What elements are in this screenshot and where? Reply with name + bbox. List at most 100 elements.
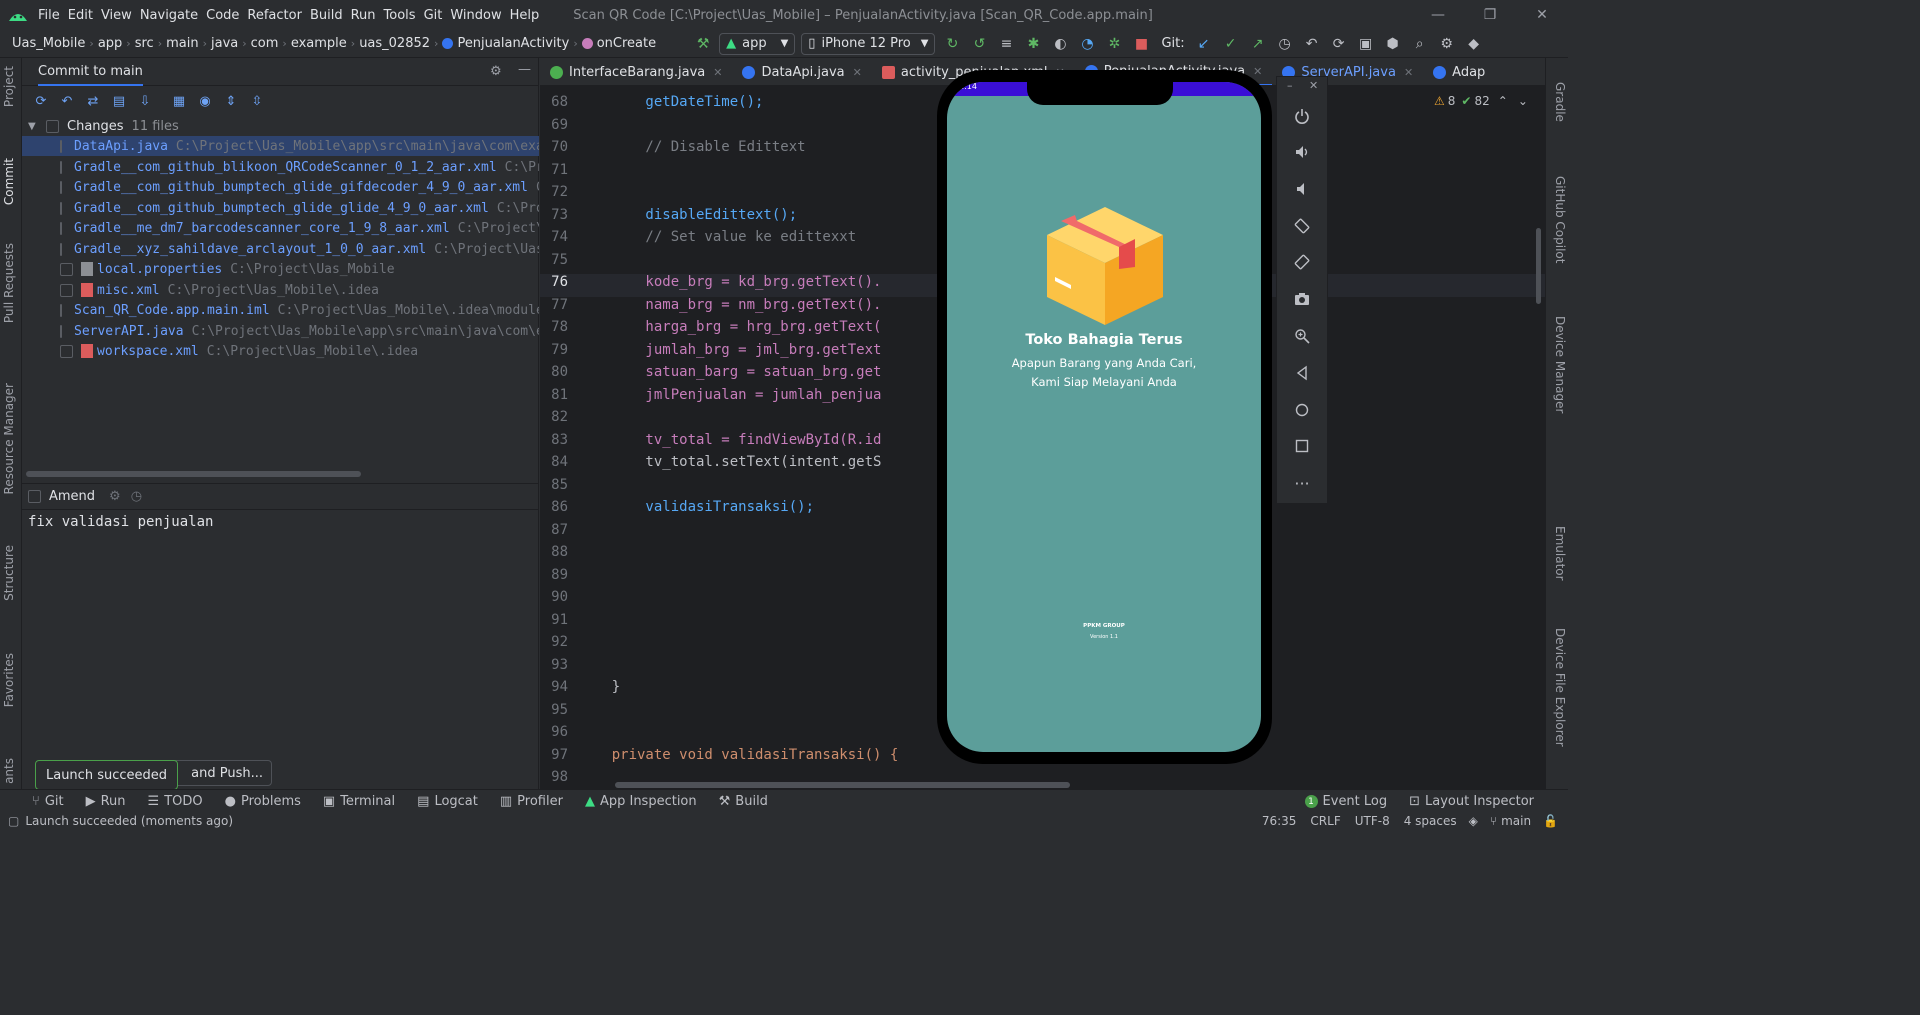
tool-app-inspection[interactable]: ▲ App Inspection bbox=[585, 794, 697, 809]
menu-tools[interactable]: Tools bbox=[384, 8, 416, 23]
tool-favorites[interactable]: Favorites bbox=[2, 653, 20, 707]
tool-logcat[interactable]: ▤ Logcat bbox=[417, 794, 478, 809]
menu-help[interactable]: Help bbox=[510, 8, 540, 23]
list-item[interactable]: local.properties C:\Project\Uas_Mobile bbox=[22, 259, 539, 279]
list-icon[interactable]: ≡ bbox=[995, 33, 1017, 55]
home-icon[interactable] bbox=[1291, 399, 1313, 421]
group-by-icon[interactable]: ⇄ bbox=[80, 94, 106, 109]
tool-build[interactable]: ⚒ Build bbox=[719, 794, 768, 809]
list-item[interactable]: Scan_QR_Code.app.main.iml C:\Project\Uas_… bbox=[22, 300, 539, 320]
indent-setting[interactable]: 4 spaces bbox=[1404, 814, 1457, 828]
tool-todo[interactable]: ☰ TODO bbox=[148, 794, 203, 809]
attach-debugger-icon[interactable]: ✲ bbox=[1103, 33, 1125, 55]
volume-down-icon[interactable] bbox=[1291, 178, 1313, 200]
power-icon[interactable] bbox=[1291, 105, 1313, 127]
copilot-icon[interactable]: ◈ bbox=[1469, 814, 1478, 828]
commit-and-push-button[interactable]: and Push... bbox=[172, 760, 272, 786]
zoom-icon[interactable] bbox=[1291, 325, 1313, 347]
tool-git[interactable]: ⑂ Git bbox=[32, 794, 64, 809]
list-item[interactable]: DataApi.java C:\Project\Uas_Mobile\app\sr… bbox=[22, 136, 539, 156]
commit-panel-title[interactable]: Commit to main bbox=[38, 58, 143, 86]
sync-project-icon[interactable]: ⟳ bbox=[1328, 33, 1350, 55]
menu-code[interactable]: Code bbox=[206, 8, 239, 23]
file-checkbox[interactable] bbox=[60, 303, 62, 317]
close-tab-icon[interactable]: ✕ bbox=[713, 66, 722, 79]
list-item[interactable]: Gradle__me_dm7_barcodescanner_core_1_9_8… bbox=[22, 218, 539, 238]
list-item[interactable]: Gradle__com_github_blikoon_QRCodeScanner… bbox=[22, 157, 539, 177]
tool-github-copilot[interactable]: GitHub Copilot bbox=[1549, 176, 1567, 263]
apply-code-changes-icon[interactable]: ↺ bbox=[968, 33, 990, 55]
commit-message-input[interactable]: fix validasi penjualan bbox=[22, 509, 539, 759]
horizontal-scrollbar[interactable] bbox=[26, 471, 361, 477]
tool-resource-manager[interactable]: Resource Manager bbox=[2, 383, 20, 494]
file-checkbox[interactable] bbox=[60, 242, 62, 256]
close-icon[interactable]: ✕ bbox=[1516, 0, 1568, 30]
tool-commit[interactable]: Commit bbox=[2, 158, 20, 205]
file-checkbox[interactable] bbox=[60, 180, 62, 194]
breadcrumb-item[interactable]: java bbox=[211, 36, 238, 51]
debug-icon[interactable]: ✱ bbox=[1022, 33, 1044, 55]
menu-edit[interactable]: Edit bbox=[68, 8, 93, 23]
overview-icon[interactable] bbox=[1291, 435, 1313, 457]
breadcrumb-item[interactable]: uas_02852 bbox=[359, 36, 430, 51]
changes-checkbox[interactable] bbox=[46, 119, 59, 133]
tool-layout-inspector[interactable]: ⊡ Layout Inspector bbox=[1409, 794, 1534, 809]
file-checkbox[interactable] bbox=[60, 221, 62, 235]
tab-interfacebarang[interactable]: InterfaceBarang.java ✕ bbox=[540, 58, 732, 85]
breadcrumb-item[interactable]: onCreate bbox=[597, 36, 656, 51]
changes-group[interactable]: ▼ Changes 11 files bbox=[22, 116, 539, 136]
git-push-icon[interactable]: ↗ bbox=[1247, 33, 1269, 55]
caret-position[interactable]: 76:35 bbox=[1262, 814, 1297, 828]
file-checkbox[interactable] bbox=[60, 324, 62, 338]
breadcrumb-item[interactable]: example bbox=[291, 36, 347, 51]
shelve-icon[interactable]: ⇩ bbox=[132, 94, 158, 109]
sdk-manager-icon[interactable]: ⬢ bbox=[1382, 33, 1404, 55]
tool-event-log[interactable]: 1 Event Log bbox=[1304, 794, 1387, 809]
editor-horizontal-scrollbar[interactable] bbox=[615, 782, 1070, 788]
breadcrumb-item[interactable]: Uas_Mobile bbox=[12, 36, 85, 51]
menu-navigate[interactable]: Navigate bbox=[140, 8, 198, 23]
history-icon[interactable]: ◷ bbox=[1274, 33, 1296, 55]
more-icon[interactable]: ··· bbox=[1291, 472, 1313, 494]
close-tab-icon[interactable]: ✕ bbox=[853, 66, 862, 79]
menu-file[interactable]: File bbox=[38, 8, 60, 23]
rollback-icon[interactable]: ↶ bbox=[1301, 33, 1323, 55]
tool-build-variants[interactable]: ants bbox=[2, 758, 20, 784]
back-icon[interactable] bbox=[1291, 362, 1313, 384]
expand-all-icon[interactable]: ⇕ bbox=[218, 94, 244, 109]
minimize-icon[interactable]: — bbox=[1412, 0, 1464, 30]
git-update-icon[interactable]: ↙ bbox=[1193, 33, 1215, 55]
chevron-down-icon[interactable]: ▼ bbox=[28, 121, 42, 132]
tool-device-manager[interactable]: Device Manager bbox=[1549, 316, 1567, 413]
coverage-icon[interactable]: ◐ bbox=[1049, 33, 1071, 55]
diff-icon[interactable]: ▤ bbox=[106, 94, 132, 109]
eye-icon[interactable]: ◉ bbox=[192, 94, 218, 109]
amend-label[interactable]: Amend bbox=[49, 489, 95, 504]
close-tab-icon[interactable]: ✕ bbox=[1253, 65, 1262, 78]
file-checkbox[interactable] bbox=[60, 160, 62, 174]
tool-project[interactable]: Project bbox=[2, 66, 20, 107]
square-icon[interactable]: ▢ bbox=[8, 814, 19, 828]
file-checkbox[interactable] bbox=[60, 139, 62, 153]
file-checkbox[interactable] bbox=[60, 201, 62, 215]
close-tab-icon[interactable]: ✕ bbox=[1404, 66, 1413, 79]
list-item[interactable]: misc.xml C:\Project\Uas_Mobile\.idea bbox=[22, 280, 539, 300]
breadcrumb-item[interactable]: PenjualanActivity bbox=[457, 36, 569, 51]
stop-icon[interactable]: ■ bbox=[1130, 33, 1152, 55]
menu-run[interactable]: Run bbox=[351, 8, 376, 23]
rotate-left-icon[interactable] bbox=[1291, 215, 1313, 237]
list-item[interactable]: workspace.xml C:\Project\Uas_Mobile\.idea bbox=[22, 341, 539, 361]
clock-icon[interactable]: ◷ bbox=[131, 489, 142, 504]
profile-icon[interactable]: ◔ bbox=[1076, 33, 1098, 55]
list-item[interactable]: Gradle__xyz_sahildave_arclayout_1_0_0_aa… bbox=[22, 239, 539, 259]
file-encoding[interactable]: UTF-8 bbox=[1355, 814, 1390, 828]
tab-adapter[interactable]: Adap bbox=[1423, 58, 1495, 85]
file-checkbox[interactable] bbox=[60, 262, 73, 276]
tool-profiler[interactable]: ▥ Profiler bbox=[500, 794, 563, 809]
restore-icon[interactable]: ❐ bbox=[1464, 0, 1516, 30]
device-select[interactable]: ▯ iPhone 12 Pro ▼ bbox=[801, 32, 936, 55]
git-commit-icon[interactable]: ✓ bbox=[1220, 33, 1242, 55]
minimize-icon[interactable]: – bbox=[1287, 79, 1293, 92]
volume-up-icon[interactable] bbox=[1291, 141, 1313, 163]
tool-structure[interactable]: Structure bbox=[2, 545, 20, 601]
